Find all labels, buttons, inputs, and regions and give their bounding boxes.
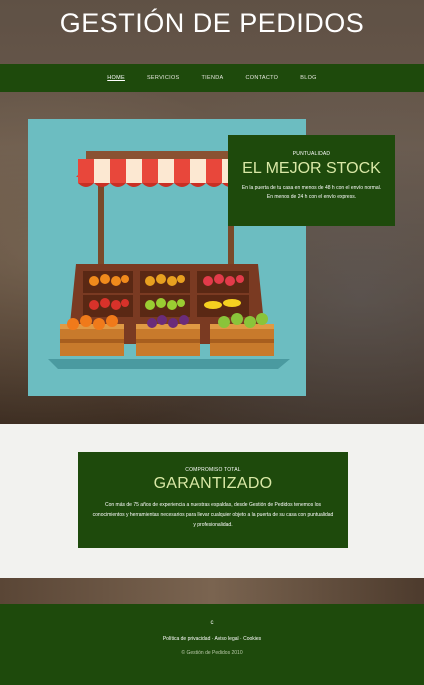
copyright: © Gestión de Pedidos 2010 [181, 650, 243, 656]
stock-card-heading: EL MEJOR STOCK [242, 160, 381, 177]
main-nav: HOME SERVICIOS TIENDA CONTACTO BLOG [0, 64, 424, 92]
cookies-link[interactable]: Cookies [243, 636, 261, 642]
commitment-card: COMPROMISO TOTAL GARANTIZADO Con más de … [78, 452, 348, 548]
nav-blog[interactable]: BLOG [300, 75, 316, 81]
site-title: GESTIÓN DE PEDIDOS [59, 8, 365, 38]
nav-servicios[interactable]: SERVICIOS [147, 75, 180, 81]
stock-card-body: En la puerta de tu casa en menos de 48 h… [241, 185, 382, 200]
nav-home[interactable]: HOME [107, 75, 125, 81]
site-footer: c Política de privacidad · Aviso legal ·… [0, 604, 424, 685]
stock-card-eyebrow: PUNTUALIDAD [292, 151, 331, 157]
decorative-strip [0, 578, 424, 604]
legal-link[interactable]: Aviso legal [215, 636, 239, 642]
commitment-card-body: Con más de 75 años de experiencia a nues… [92, 502, 334, 528]
nav-tienda[interactable]: TIENDA [202, 75, 224, 81]
nav-contacto[interactable]: CONTACTO [245, 75, 278, 81]
footer-icon: c [210, 620, 214, 626]
stock-card: PUNTUALIDAD EL MEJOR STOCK En la puerta … [228, 135, 395, 226]
commitment-card-heading: GARANTIZADO [153, 475, 273, 492]
privacy-link[interactable]: Política de privacidad [163, 636, 211, 642]
commitment-card-eyebrow: COMPROMISO TOTAL [185, 467, 241, 473]
footer-links: Política de privacidad · Aviso legal · C… [0, 636, 424, 642]
